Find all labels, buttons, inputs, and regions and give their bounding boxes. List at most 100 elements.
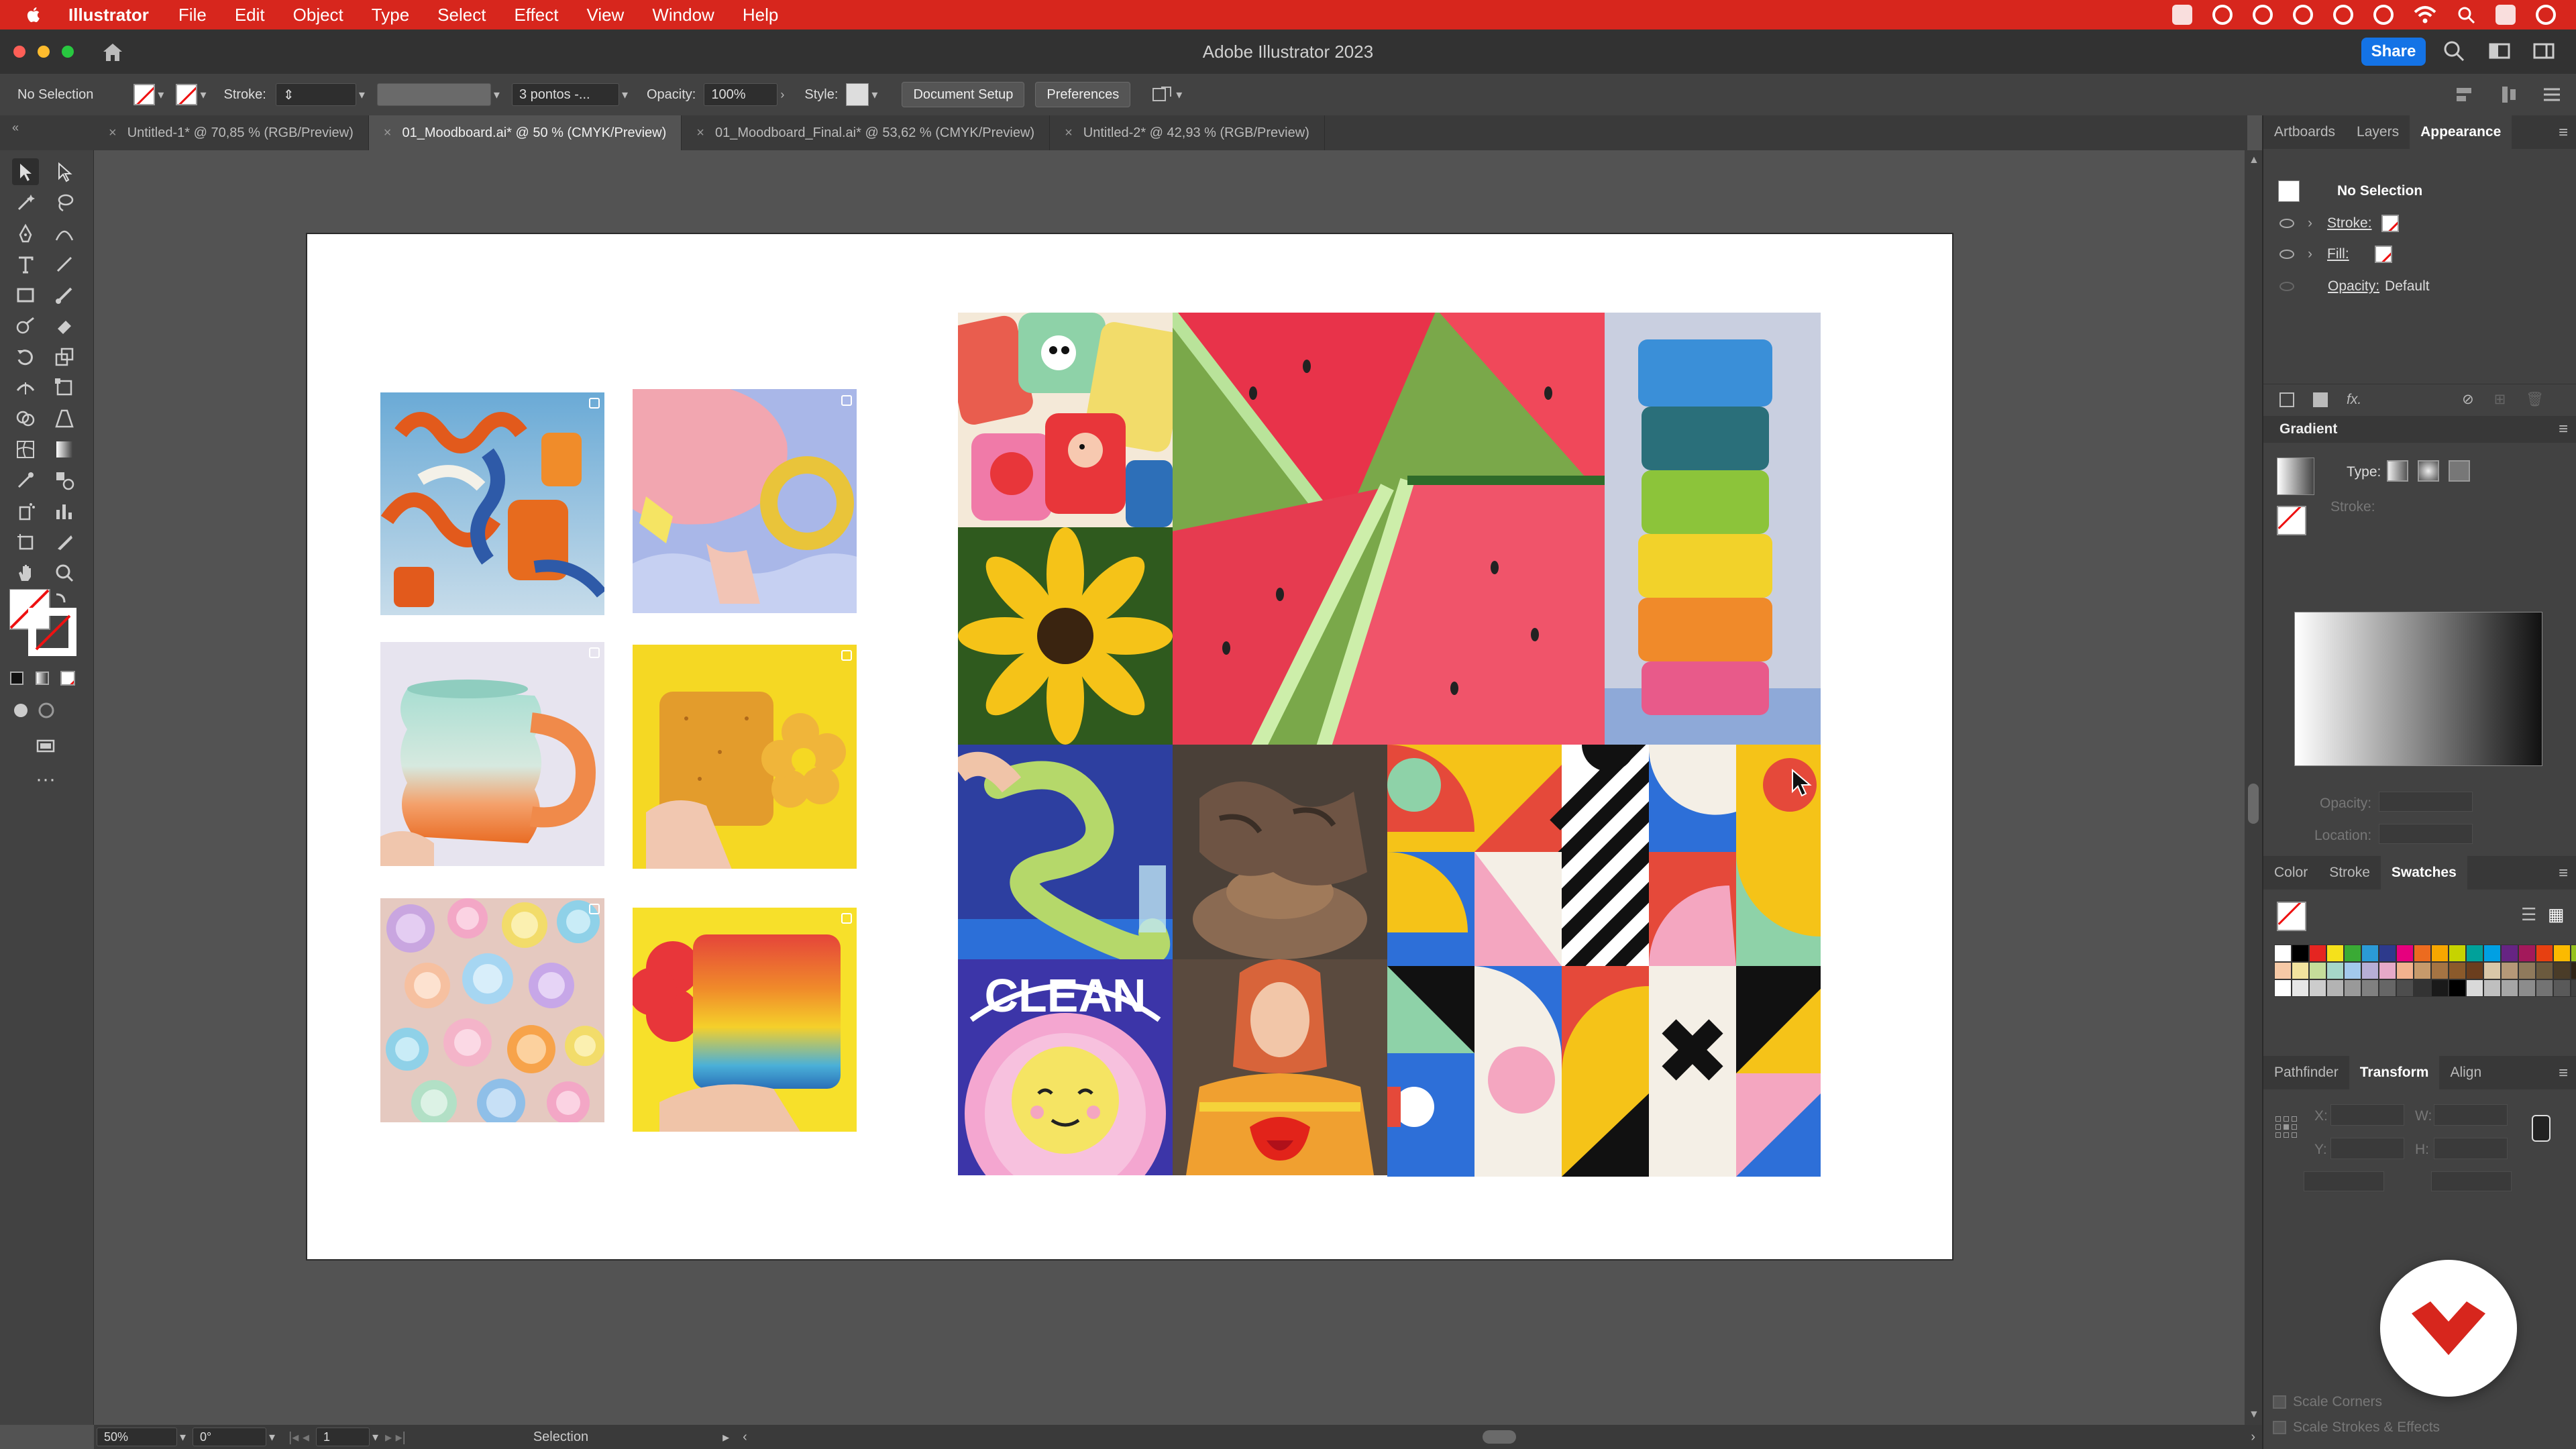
list-view-icon[interactable]: ☰ — [2521, 904, 2536, 925]
stroke-swatch[interactable] — [2381, 215, 2399, 232]
geometric-pattern-art[interactable] — [1387, 745, 1821, 1177]
line-tool-icon[interactable] — [51, 251, 78, 278]
appearance-fill-label[interactable]: Fill: — [2327, 246, 2349, 262]
width-tool-icon[interactable] — [12, 374, 39, 401]
free-transform-tool-icon[interactable] — [51, 374, 78, 401]
chevron-down-icon[interactable]: ▾ — [494, 88, 500, 102]
more-tools-icon[interactable]: ··· — [30, 766, 62, 793]
vertical-scroll-thumb[interactable] — [2248, 784, 2259, 824]
close-window-button[interactable] — [13, 46, 25, 58]
eye-icon[interactable] — [2279, 282, 2294, 291]
color-swatch[interactable] — [2431, 962, 2449, 979]
none-mode-icon[interactable] — [58, 668, 78, 688]
scale-tool-icon[interactable] — [51, 343, 78, 370]
chevron-right-icon[interactable]: ▸ — [722, 1429, 729, 1446]
lasso-tool-icon[interactable] — [51, 189, 78, 216]
zoom-field[interactable]: 50% — [97, 1428, 177, 1446]
chevron-down-icon[interactable]: ▾ — [269, 1430, 275, 1444]
shape-builder-tool-icon[interactable] — [12, 405, 39, 432]
close-tab-icon[interactable]: × — [696, 125, 704, 141]
trash-icon[interactable]: 🗑 — [2526, 392, 2544, 408]
gear-tray-icon[interactable] — [2293, 5, 2313, 25]
swatch-grid[interactable] — [2274, 945, 2576, 997]
color-swatch[interactable] — [2571, 945, 2576, 962]
transform-y-field[interactable] — [2330, 1138, 2404, 1159]
color-swatch[interactable] — [2274, 962, 2292, 979]
color-swatch[interactable] — [2501, 962, 2518, 979]
appearance-opacity-row[interactable]: Opacity: Default — [2263, 271, 2576, 302]
draw-normal-icon[interactable] — [9, 699, 32, 722]
color-swatch[interactable] — [2309, 945, 2326, 962]
rolling-stones-shirt-photo[interactable] — [1173, 959, 1387, 1175]
color-swatch[interactable] — [2274, 979, 2292, 997]
tab-untitled-1[interactable]: × Untitled-1* @ 70,85 % (RGB/Preview) — [94, 115, 369, 150]
color-swatch[interactable] — [2466, 979, 2483, 997]
menu-file[interactable]: File — [178, 5, 207, 25]
color-swatch[interactable] — [2518, 945, 2536, 962]
chevron-right-icon[interactable]: › — [2308, 215, 2312, 231]
scale-corners-checkbox[interactable]: Scale Corners — [2273, 1394, 2382, 1410]
color-swatch[interactable] — [2501, 945, 2518, 962]
type-tool-icon[interactable] — [12, 251, 39, 278]
menu-help[interactable]: Help — [743, 5, 778, 25]
color-swatch[interactable] — [2431, 979, 2449, 997]
stroke-weight-field[interactable]: ⇕ — [275, 83, 356, 106]
add-stroke-icon[interactable] — [2279, 392, 2294, 407]
color-swatch[interactable] — [2274, 945, 2292, 962]
swatch-fill-stroke-icon[interactable] — [2277, 902, 2306, 931]
color-swatch[interactable] — [2344, 945, 2361, 962]
appearance-stroke-label[interactable]: Stroke: — [2327, 215, 2372, 231]
rectangle-tool-icon[interactable] — [12, 282, 39, 309]
color-swatch[interactable] — [2396, 962, 2414, 979]
arrange-documents-icon[interactable] — [2532, 39, 2556, 63]
draw-behind-icon[interactable] — [35, 699, 58, 722]
fill-stroke-swatches[interactable] — [9, 589, 76, 656]
control-center-icon[interactable] — [2496, 5, 2516, 25]
color-swatch[interactable] — [2361, 979, 2379, 997]
tab-stroke[interactable]: Stroke — [2318, 856, 2381, 890]
menu-window[interactable]: Window — [652, 5, 714, 25]
tab-moodboard[interactable]: × 01_Moodboard.ai* @ 50 % (CMYK/Preview) — [368, 115, 682, 150]
magic-wand-tool-icon[interactable] — [12, 189, 39, 216]
horizontal-scroll-thumb[interactable] — [1483, 1430, 1516, 1444]
color-swatch[interactable] — [2292, 962, 2309, 979]
color-swatch[interactable] — [2536, 962, 2553, 979]
tab-layers[interactable]: Layers — [2346, 115, 2410, 149]
curvature-tool-icon[interactable] — [51, 220, 78, 247]
chevron-down-icon[interactable]: ▾ — [1176, 88, 1182, 102]
mesh-tool-icon[interactable] — [12, 436, 39, 463]
tab-transform[interactable]: Transform — [2349, 1056, 2440, 1089]
color-swatch[interactable] — [2553, 979, 2571, 997]
shear-field[interactable] — [2431, 1171, 2512, 1191]
gradient-tool-icon[interactable] — [51, 436, 78, 463]
artboard-tool-icon[interactable] — [12, 529, 39, 555]
chevron-right-icon[interactable]: › — [780, 88, 784, 102]
chevron-down-icon[interactable]: ▾ — [200, 88, 206, 102]
vertical-scrollbar[interactable]: ▲ ▼ — [2245, 150, 2262, 1425]
color-swatch[interactable] — [2326, 945, 2344, 962]
menu-view[interactable]: View — [586, 5, 624, 25]
color-swatch[interactable] — [2518, 962, 2536, 979]
artboard-number-field[interactable]: 1 — [315, 1428, 370, 1446]
wifi-icon[interactable] — [2414, 5, 2436, 24]
distribute-icon[interactable] — [2498, 84, 2520, 105]
eraser-tool-icon[interactable] — [51, 313, 78, 339]
color-swatch[interactable] — [2309, 962, 2326, 979]
symbol-sprayer-tool-icon[interactable] — [12, 498, 39, 525]
color-swatch[interactable] — [2431, 945, 2449, 962]
column-graph-tool-icon[interactable] — [51, 498, 78, 525]
gradient-mode-icon[interactable] — [32, 668, 52, 688]
menu-object[interactable]: Object — [293, 5, 343, 25]
appearance-fill-row[interactable]: › Fill: — [2263, 239, 2576, 270]
color-swatch[interactable] — [2518, 979, 2536, 997]
reference-point-icon[interactable] — [2275, 1116, 2300, 1140]
gummy-candy-stack-photo[interactable] — [1605, 313, 1821, 745]
link-proportions-icon[interactable] — [2532, 1115, 2551, 1142]
tab-moodboard-final[interactable]: × 01_Moodboard_Final.ai* @ 53,62 % (CMYK/… — [682, 115, 1051, 150]
gradient-location-field[interactable] — [2379, 824, 2473, 844]
close-tab-icon[interactable]: × — [384, 125, 392, 141]
color-swatch[interactable] — [2571, 979, 2576, 997]
workspace-switcher-icon[interactable] — [2487, 39, 2512, 63]
color-swatch[interactable] — [2344, 979, 2361, 997]
green-squiggle-photo[interactable] — [958, 745, 1173, 959]
